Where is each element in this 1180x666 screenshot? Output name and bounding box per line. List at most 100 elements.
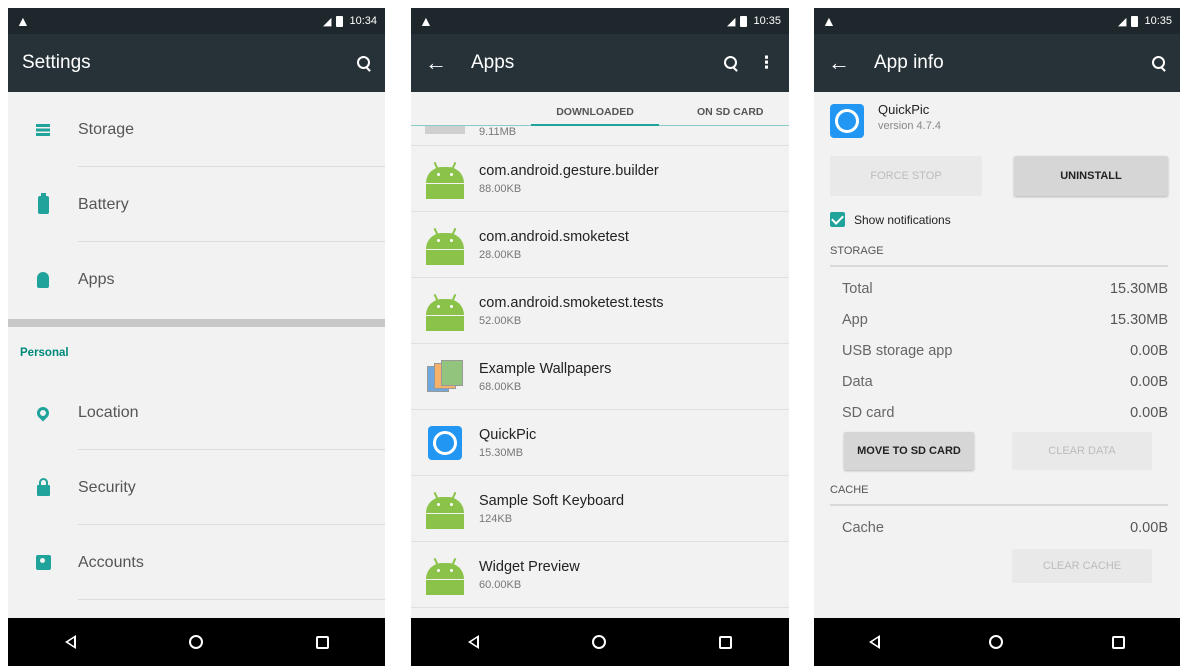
storage-value: 15.30MB [1109, 280, 1168, 297]
home-nav-icon[interactable] [988, 635, 1003, 649]
status-bar: ▲ ◢ 10:35 [814, 8, 1180, 34]
settings-item-storage[interactable]: Storage [8, 92, 385, 167]
storage-row: USB storage app 0.00B [830, 335, 1168, 366]
battery-status-icon [740, 15, 748, 27]
list-item[interactable]: 9.11MB [411, 126, 789, 146]
search-icon[interactable] [724, 56, 738, 70]
cache-section-header: CACHE [830, 484, 1168, 506]
storage-icon [36, 123, 50, 136]
android-icon [426, 489, 464, 529]
app-bar: Settings [8, 34, 385, 92]
search-icon[interactable] [357, 56, 371, 70]
app-bar: ← App info [814, 34, 1180, 92]
app-name: Sample Soft Keyboard [479, 492, 625, 509]
location-icon [34, 404, 52, 421]
warning-icon: ▲ [419, 13, 433, 29]
app-info-screen: ▲ ◢ 10:35 ← App info QuickPic version 4.… [814, 8, 1180, 666]
settings-item-apps[interactable]: Apps [8, 242, 385, 317]
force-stop-button[interactable]: FORCE STOP [830, 156, 982, 196]
quickpic-icon [428, 425, 462, 460]
android-icon [426, 291, 464, 331]
storage-details: Total 15.30MB App 15.30MB USB storage app 0.0… [830, 273, 1168, 428]
storage-value: 15.30MB [1109, 311, 1168, 328]
clear-cache-button[interactable]: CLEAR CACHE [1012, 549, 1152, 583]
storage-row: SD card 0.00B [830, 397, 1168, 428]
uninstall-button[interactable]: UNINSTALL [1014, 156, 1168, 196]
android-icon [426, 225, 464, 265]
app-size: 68.00KB [479, 380, 522, 393]
navigation-bar [8, 618, 385, 666]
checkbox-checked-icon [830, 212, 845, 227]
app-icon [425, 126, 465, 134]
storage-row: Data 0.00B [830, 366, 1168, 397]
signal-icon: ◢ [323, 15, 332, 28]
recents-nav-icon[interactable] [719, 635, 733, 649]
back-nav-icon[interactable] [64, 635, 76, 649]
app-size: 124KB [479, 512, 513, 525]
app-header: QuickPic version 4.7.4 [830, 92, 1168, 154]
storage-value: 0.00B [1130, 373, 1168, 390]
home-nav-icon[interactable] [188, 635, 203, 649]
account-icon [35, 555, 51, 570]
app-name: QuickPic [878, 102, 930, 117]
app-size: 15.30MB [479, 446, 524, 459]
section-header-personal: Personal [20, 347, 69, 359]
status-bar: ▲ ◢ 10:34 [8, 8, 385, 34]
navigation-bar [411, 618, 789, 666]
cache-value: 0.00B [1130, 519, 1168, 536]
back-nav-icon[interactable] [467, 635, 479, 649]
clear-data-button[interactable]: CLEAR DATA [1012, 432, 1152, 470]
move-to-sd-card-button[interactable]: MOVE TO SD CARD [844, 432, 974, 470]
lock-icon [36, 477, 50, 496]
recents-nav-icon[interactable] [1112, 635, 1126, 649]
list-item[interactable]: com.android.smoketest 28.00KB [411, 212, 789, 278]
cache-row: Cache 0.00B [830, 512, 1168, 543]
app-name: Example Wallpapers [479, 360, 612, 377]
back-arrow-icon[interactable]: ← [425, 50, 449, 76]
settings-item-label: Accounts [78, 553, 144, 571]
list-item[interactable]: Example Wallpapers 68.00KB [411, 344, 789, 410]
storage-row: App 15.30MB [830, 304, 1168, 335]
list-item[interactable]: Sample Soft Keyboard 124KB [411, 476, 789, 542]
storage-label: USB storage app [842, 342, 953, 359]
settings-item-label: Storage [78, 120, 135, 138]
list-item[interactable]: Widget Preview 60.00KB [411, 542, 789, 608]
storage-label: App [842, 311, 868, 328]
tab-downloaded[interactable]: DOWNLOADED [531, 106, 659, 126]
warning-icon: ▲ [822, 13, 836, 29]
overflow-menu-icon[interactable]: ⋮ [758, 53, 775, 73]
storage-section-header: STORAGE [830, 245, 1168, 267]
quickpic-icon [830, 104, 864, 138]
settings-list: Storage Battery Apps Personal Location S… [8, 92, 385, 618]
search-icon[interactable] [1152, 56, 1166, 70]
home-nav-icon[interactable] [591, 635, 606, 649]
battery-status-icon [336, 15, 344, 27]
recents-nav-icon[interactable] [315, 635, 329, 649]
app-version: version 4.7.4 [878, 120, 941, 132]
android-icon [426, 555, 464, 595]
list-item[interactable]: QuickPic 15.30MB [411, 410, 789, 476]
android-icon [426, 159, 464, 199]
group-divider [8, 319, 385, 327]
clock: 10:35 [753, 15, 781, 27]
list-item[interactable]: com.android.smoketest.tests 52.00KB [411, 278, 789, 344]
settings-item-accounts[interactable]: Accounts [8, 525, 385, 600]
settings-item-security[interactable]: Security [8, 450, 385, 525]
tab-label: ON SD CARD [697, 106, 764, 118]
list-item[interactable]: com.android.gesture.builder 88.00KB [411, 146, 789, 212]
warning-icon: ▲ [16, 13, 30, 29]
app-name: com.android.smoketest [479, 228, 629, 245]
back-nav-icon[interactable] [868, 635, 880, 649]
show-notifications-checkbox[interactable]: Show notifications [830, 212, 1168, 227]
storage-label: Data [842, 373, 873, 390]
storage-label: SD card [842, 404, 895, 421]
back-arrow-icon[interactable]: ← [828, 50, 852, 76]
app-size: 28.00KB [479, 248, 522, 261]
apps-screen: ▲ ◢ 10:35 ← Apps ⋮ DOWNLOADED ON SD CARD… [411, 8, 789, 666]
app-name: Widget Preview [479, 558, 580, 575]
tab-on-sd-card[interactable]: ON SD CARD [697, 106, 764, 126]
cache-label: Cache [842, 519, 884, 536]
settings-item-battery[interactable]: Battery [8, 167, 385, 242]
app-size: 60.00KB [479, 578, 522, 591]
settings-item-location[interactable]: Location [8, 375, 385, 450]
